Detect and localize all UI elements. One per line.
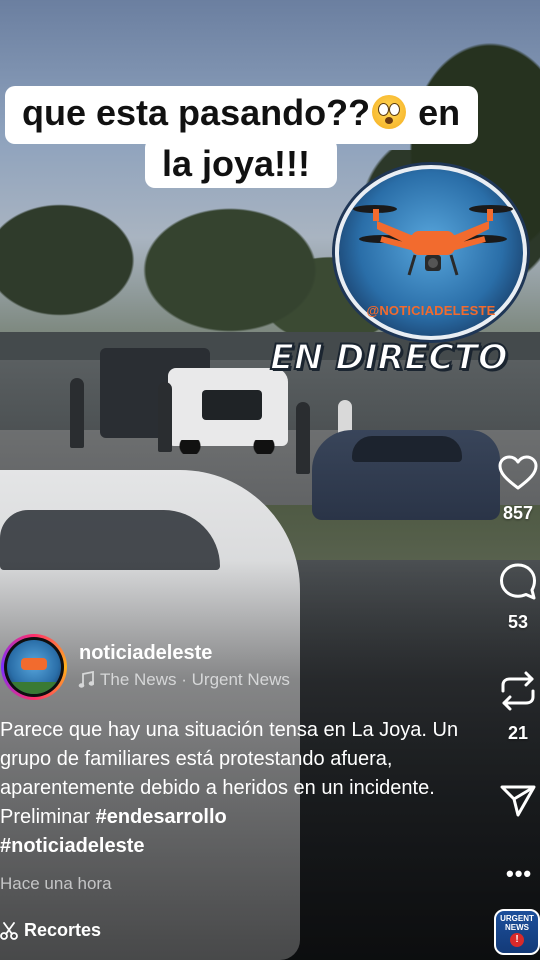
post-caption: Parece que hay una situación tensa en La… [0, 716, 480, 861]
logo-handle: @NOTICIADELESTE [366, 303, 496, 318]
repost-button[interactable]: 21 [494, 671, 540, 744]
caption-body: Parece que hay una situación tensa en La… [0, 719, 459, 828]
author-username[interactable]: noticiadeleste [79, 642, 212, 665]
audio-link[interactable]: The News · Urgent News [78, 670, 290, 690]
avatar-image [7, 640, 61, 694]
clips-label: Recortes [24, 920, 102, 940]
comment-button[interactable]: 53 [494, 562, 540, 633]
hashtag-link[interactable]: #endesarrollo [96, 806, 227, 828]
video-police-truck [168, 368, 288, 454]
like-button[interactable]: 857 [494, 455, 540, 524]
video-blue-car [312, 430, 500, 520]
comment-icon [500, 563, 536, 600]
clips-button[interactable]: Recortes [0, 920, 101, 941]
audio-badge-line1: URGENT [500, 914, 534, 923]
audio-track-thumbnail[interactable]: URGENT NEWS ! [494, 909, 540, 955]
comment-count: 53 [507, 612, 529, 632]
caption-text-2: la joya!!! [162, 143, 311, 184]
drone-icon [353, 205, 513, 276]
music-note-icon [78, 671, 94, 688]
more-options-button[interactable]: ••• [506, 861, 532, 887]
alert-icon: ! [510, 933, 524, 947]
flushed-face-emoji-icon [372, 95, 407, 129]
more-icon: ••• [506, 861, 533, 886]
live-banner: EN DIRECTO [269, 337, 509, 379]
like-count: 857 [502, 503, 534, 523]
repost-count: 21 [507, 723, 529, 743]
audio-badge-line2: NEWS [505, 923, 529, 932]
heart-icon [498, 455, 538, 490]
video-person [158, 382, 172, 452]
post-timestamp: Hace una hora [0, 874, 112, 893]
caption-bubble-line2: la joya!!! [145, 138, 337, 188]
caption-text-1-end: en [418, 92, 461, 133]
audio-title: The News · Urgent News [100, 670, 290, 689]
share-button[interactable] [494, 784, 540, 818]
caption-text-1: que esta pasando?? [22, 92, 371, 133]
scissors-icon [0, 921, 18, 940]
video-person [296, 402, 310, 474]
drone-logo: @NOTICIADELESTE [335, 165, 527, 340]
caption-bubble-line1: que esta pasando?? en [5, 86, 478, 144]
video-person [70, 378, 84, 448]
share-icon [500, 785, 536, 817]
author-avatar[interactable] [1, 634, 67, 700]
hashtag-link[interactable]: #noticiadeleste [0, 835, 145, 857]
repost-icon [501, 671, 535, 711]
